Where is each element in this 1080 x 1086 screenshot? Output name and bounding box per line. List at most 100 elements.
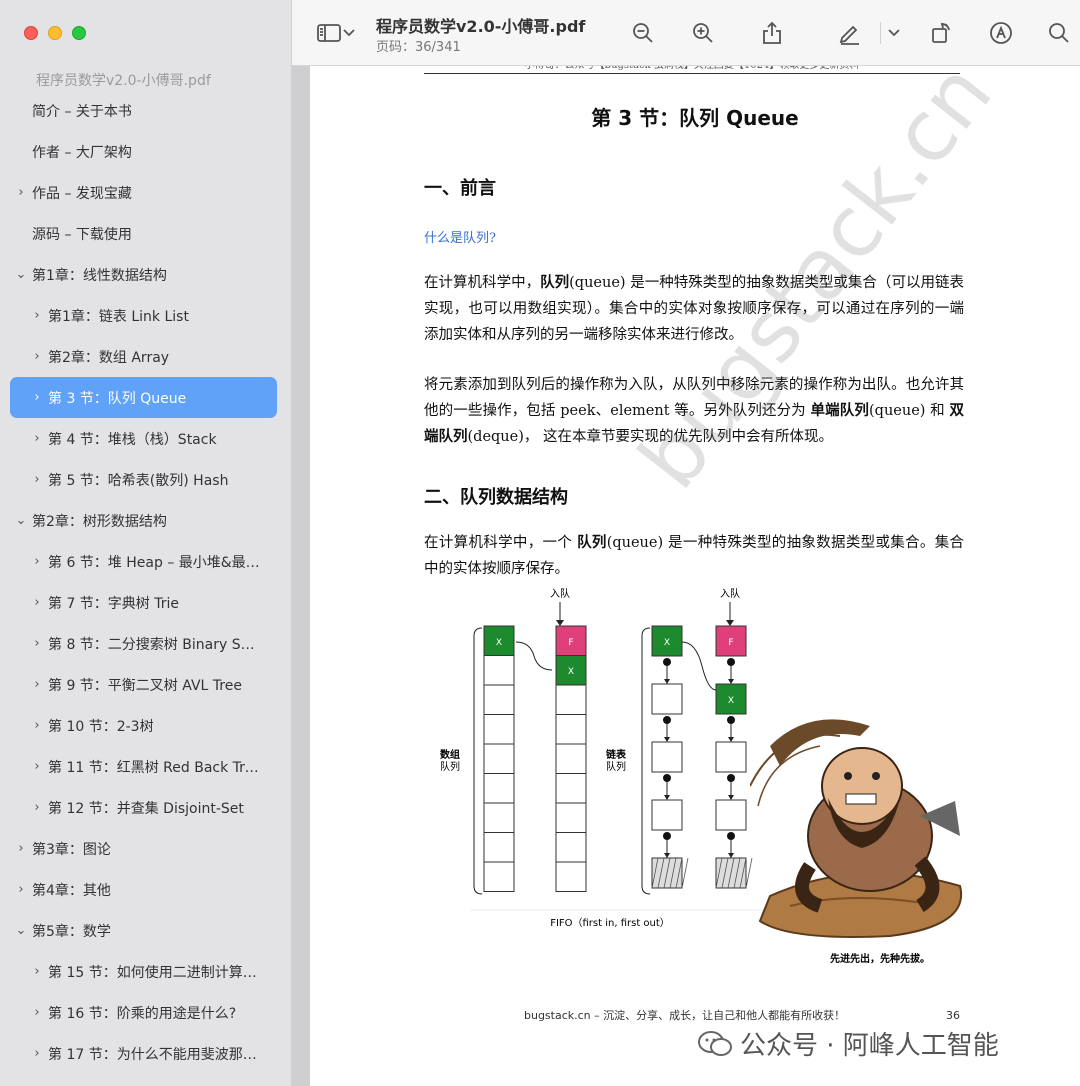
outline-item[interactable]: › 第 5 节：哈希表(散列) Hash <box>0 459 291 500</box>
list-node <box>651 741 683 773</box>
outline-item[interactable]: › 第 10 节：2-3树 <box>0 705 291 746</box>
outline-item-label: 作者 – 大厂架构 <box>32 144 132 161</box>
chevron-right-icon[interactable]: › <box>30 800 44 815</box>
chevron-right-icon[interactable]: › <box>30 636 44 651</box>
node-pointer <box>663 774 671 782</box>
paragraph-1: 在计算机科学中，队列(queue) 是一种特殊类型的抽象数据类型或集合（可以用链… <box>424 274 964 343</box>
search-icon <box>1049 23 1069 43</box>
outline-item[interactable]: 作者 – 大厂架构 <box>0 131 291 172</box>
linked-list-column-2: FX <box>715 625 753 889</box>
document-viewer[interactable]: 小傅哥：公众号【bugstack 虫洞栈】关注回复【1024】领取更多更新资料 … <box>292 45 1080 1086</box>
outline-item[interactable]: › 第 11 节：红黑树 Red Back Tree <box>0 746 291 787</box>
array-column-2: FX <box>555 625 587 892</box>
outline-item-label: 第 5 节：哈希表(散列) Hash <box>48 472 229 489</box>
outline-item[interactable]: ⌄ 第5章：数学 <box>0 910 291 951</box>
array-cell <box>555 714 587 745</box>
chevron-down-icon <box>888 29 900 37</box>
sidebar-options-button[interactable] <box>340 18 358 48</box>
chevron-right-icon[interactable]: › <box>30 554 44 569</box>
chevron-right-icon[interactable]: › <box>30 472 44 487</box>
markup-button[interactable] <box>835 18 865 48</box>
outline-item[interactable]: › 第 8 节：二分搜索树 Binary Sea… <box>0 623 291 664</box>
zoom-out-button[interactable] <box>628 18 658 48</box>
outline-item-label: 第2章：树形数据结构 <box>32 513 167 530</box>
search-button[interactable] <box>1044 18 1074 48</box>
outline-item[interactable]: ⌄ 第2章：树形数据结构 <box>0 500 291 541</box>
sidebar-document-title: 程序员数学v2.0-小傅哥.pdf <box>36 73 211 89</box>
outline-item[interactable]: ⌄ 第1章：线性数据结构 <box>0 254 291 295</box>
outline-item-label: 第 16 节：阶乘的用途是什么? <box>48 1005 237 1022</box>
outline-item[interactable]: › 第 9 节：平衡二叉树 AVL Tree <box>0 664 291 705</box>
linked-list-column-1: X <box>651 625 689 889</box>
chevron-right-icon[interactable]: › <box>30 390 44 405</box>
annotate-icon <box>990 22 1012 44</box>
chevron-right-icon[interactable]: › <box>30 759 44 774</box>
chevron-right-icon[interactable]: › <box>14 882 28 897</box>
paragraph-3: 在计算机科学中，一个 队列(queue) 是一种特殊类型的抽象数据类型或集合。集… <box>424 534 965 577</box>
chevron-right-icon[interactable]: › <box>14 185 28 200</box>
chevron-right-icon[interactable]: › <box>30 1046 44 1061</box>
chevron-right-icon[interactable]: › <box>30 349 44 364</box>
outline-item[interactable]: › 第 7 节：字典树 Trie <box>0 582 291 623</box>
outline-item-label: 第5章：数学 <box>32 923 111 940</box>
outline-item[interactable]: › 第 3 节：队列 Queue <box>10 377 277 418</box>
list-node <box>651 683 683 715</box>
cell-label: X <box>496 638 502 648</box>
chevron-down-icon[interactable]: ⌄ <box>14 923 28 938</box>
chevron-down-icon[interactable]: ⌄ <box>14 267 28 282</box>
cell-label: X <box>664 638 670 648</box>
outline-item-label: 第3章：图论 <box>32 841 111 858</box>
chevron-right-icon[interactable]: › <box>30 1005 44 1020</box>
outline-item[interactable]: › 作品 – 发现宝藏 <box>0 172 291 213</box>
zoom-in-button[interactable] <box>688 18 718 48</box>
wechat-account-label: 公众号 · 阿峰人工智能 <box>740 1031 999 1061</box>
chevron-right-icon[interactable]: › <box>14 841 28 856</box>
chevron-down-icon <box>343 29 355 37</box>
array-cell <box>483 684 515 715</box>
question-link[interactable]: 什么是队列? <box>424 227 496 246</box>
list-node <box>715 741 747 773</box>
toolbar: 程序员数学v2.0-小傅哥.pdf 页码：36/341 <box>292 0 1080 66</box>
rotate-button[interactable] <box>926 18 956 48</box>
outline-item[interactable]: › 第 6 节：堆 Heap – 最小堆&最… <box>0 541 291 582</box>
chevron-down-icon[interactable]: ⌄ <box>14 513 28 528</box>
outline-item-label: 第 17 节：为什么不能用斐波那… <box>48 1046 257 1063</box>
chevron-right-icon[interactable]: › <box>30 964 44 979</box>
minimize-window-button[interactable] <box>48 26 62 40</box>
outline-item-label: 源码 – 下载使用 <box>32 226 132 243</box>
chevron-right-icon[interactable]: › <box>30 431 44 446</box>
close-window-button[interactable] <box>24 26 38 40</box>
outline-item[interactable]: › 第4章：其他 <box>0 869 291 910</box>
zoom-in-icon <box>693 23 713 43</box>
outline-item[interactable]: › 第 17 节：为什么不能用斐波那… <box>0 1033 291 1074</box>
pdf-page: 小傅哥：公众号【bugstack 虫洞栈】关注回复【1024】领取更多更新资料 … <box>310 45 1080 1086</box>
node-pointer <box>727 716 735 724</box>
enqueue-label-array: 入队 <box>550 587 570 600</box>
chevron-right-icon[interactable]: › <box>30 308 44 323</box>
array-cell <box>483 802 515 833</box>
array-cell <box>555 773 587 804</box>
outline-item[interactable]: › 第 12 节：并查集 Disjoint-Set <box>0 787 291 828</box>
array-cell <box>483 861 515 892</box>
annotate-button[interactable] <box>986 18 1016 48</box>
outline-item[interactable]: › 第 4 节：堆栈（栈）Stack <box>0 418 291 459</box>
share-button[interactable] <box>757 18 787 48</box>
outline-item[interactable]: › 第 16 节：阶乘的用途是什么? <box>0 992 291 1033</box>
toolbar-separator <box>880 22 881 44</box>
array-cell <box>555 861 587 892</box>
maximize-window-button[interactable] <box>72 26 86 40</box>
markup-options-button[interactable] <box>884 18 904 48</box>
outline-item[interactable]: › 第1章：链表 Link List <box>0 295 291 336</box>
outline-item[interactable]: › 第 15 节：如何使用二进制计算… <box>0 951 291 992</box>
outline-item[interactable]: 源码 – 下载使用 <box>0 213 291 254</box>
chevron-right-icon[interactable]: › <box>30 718 44 733</box>
outline-item[interactable]: › 第3章：图论 <box>0 828 291 869</box>
chevron-right-icon[interactable]: › <box>30 595 44 610</box>
chevron-right-icon[interactable]: › <box>30 677 44 692</box>
node-pointer <box>727 774 735 782</box>
outline-item[interactable]: › 第2章：数组 Array <box>0 336 291 377</box>
outline-item[interactable]: 简介 – 关于本书 <box>0 90 291 131</box>
outline-item-label: 第 15 节：如何使用二进制计算… <box>48 964 257 981</box>
node-pointer <box>727 658 735 666</box>
cell-label: F <box>728 638 733 648</box>
